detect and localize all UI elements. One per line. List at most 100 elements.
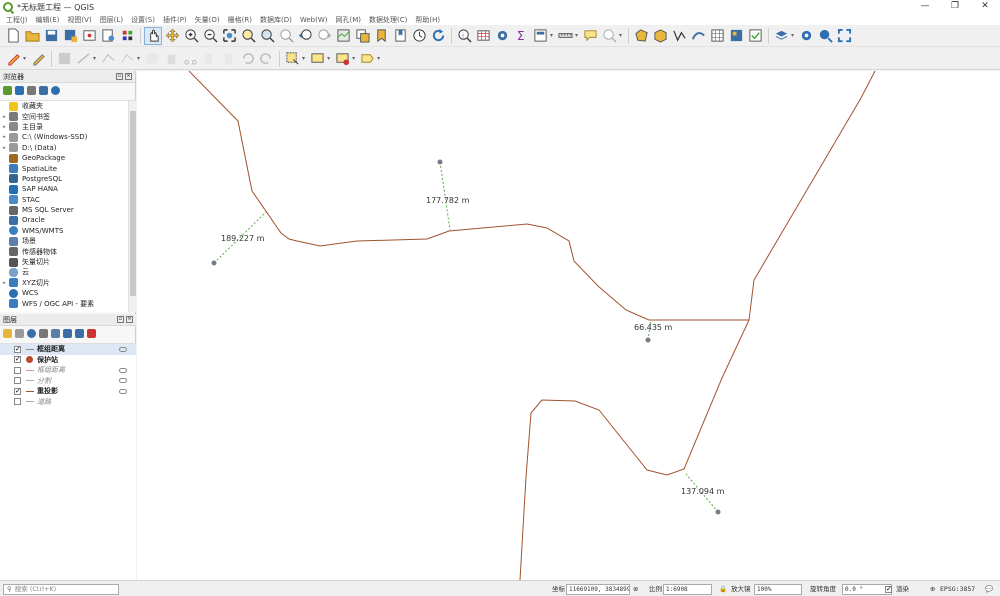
chevron-down-icon[interactable]: ▾ [352, 55, 355, 62]
layer-eye-icon[interactable] [119, 367, 127, 373]
lock-scale-icon[interactable]: 🔒 [719, 584, 727, 594]
new-project-button[interactable] [4, 27, 22, 45]
new-3d-view-button[interactable] [353, 27, 371, 45]
statistics-button[interactable]: Σ [512, 27, 530, 45]
road-line[interactable] [519, 71, 876, 580]
python-plugin-button[interactable] [772, 27, 790, 45]
layer-visibility-checkbox[interactable]: ✓ [14, 356, 21, 364]
model-designer-button[interactable] [816, 27, 834, 45]
measure-button[interactable] [556, 27, 574, 45]
layer-row[interactable]: ✓ 重投影 [0, 386, 136, 397]
expand-arrow-icon[interactable]: ▸ [0, 134, 9, 140]
menu-processing[interactable]: 数据处理(C) [369, 15, 407, 25]
zoom-to-selection-button[interactable] [239, 27, 257, 45]
menu-edit[interactable]: 编辑(E) [36, 15, 60, 25]
layout-manager-button[interactable] [99, 27, 117, 45]
save-project-button[interactable] [42, 27, 60, 45]
filter-icon[interactable] [39, 329, 48, 338]
scale-field[interactable]: 1:6908 [663, 584, 712, 595]
menu-settings[interactable]: 设置(S) [131, 15, 155, 25]
maximize-button[interactable]: ❐ [940, 0, 970, 14]
temporal-controller-button[interactable] [410, 27, 428, 45]
layer-row[interactable]: 分割 [0, 376, 136, 387]
digitize-shape-button[interactable] [689, 27, 707, 45]
chevron-down-icon[interactable]: ▾ [791, 32, 794, 39]
map-canvas[interactable]: 177.782 m 189.227 m 66.435 m 137.094 m [137, 71, 1000, 580]
raster-calculator-button[interactable] [727, 27, 745, 45]
style-panel-icon[interactable] [3, 329, 12, 338]
expand-arrow-icon[interactable]: ▸ [0, 114, 9, 120]
crs-globe-icon[interactable]: ⊕ [930, 584, 935, 594]
package-layers-button[interactable] [651, 27, 669, 45]
zoom-next-button[interactable] [315, 27, 333, 45]
cut-features-button[interactable] [181, 50, 199, 68]
layer-row[interactable]: 框组距离 [0, 365, 136, 376]
undo-button[interactable] [238, 50, 256, 68]
chevron-down-icon[interactable]: ▾ [23, 55, 26, 62]
zoom-full-button[interactable] [220, 27, 238, 45]
menu-plugins[interactable]: 插件(P) [163, 15, 187, 25]
layer-visibility-checkbox[interactable] [14, 377, 21, 385]
new-print-layout-button[interactable] [80, 27, 98, 45]
menu-vector[interactable]: 矢量(O) [195, 15, 220, 25]
browser-item-sap-hana[interactable]: SAP HANA [0, 184, 136, 194]
station-point[interactable] [211, 260, 217, 266]
refresh-button[interactable] [429, 27, 447, 45]
minimize-button[interactable]: — [910, 0, 940, 14]
browser-item-wcs[interactable]: WCS [0, 288, 136, 298]
attribute-table-button[interactable] [474, 27, 492, 45]
menu-help[interactable]: 帮助(H) [415, 15, 440, 25]
field-calculator-button[interactable] [531, 27, 549, 45]
map-svg[interactable]: 177.782 m 189.227 m 66.435 m 137.094 m [137, 71, 1000, 580]
layer-row[interactable]: ✓ 保护站 [0, 355, 136, 366]
scrollbar-thumb[interactable] [130, 111, 136, 296]
menu-database[interactable]: 数据库(D) [260, 15, 292, 25]
check-geometry-button[interactable] [746, 27, 764, 45]
filter-icon[interactable] [27, 86, 36, 95]
menu-layer[interactable]: 图层(L) [100, 15, 123, 25]
layer-row[interactable]: ✓ 框组距离 [0, 344, 136, 355]
browser-item-sensors[interactable]: 传感器物体 [0, 246, 136, 257]
layer-visibility-checkbox[interactable] [14, 398, 21, 406]
close-button[interactable]: ✕ [970, 0, 1000, 14]
chevron-down-icon[interactable]: ▾ [327, 55, 330, 62]
chevron-down-icon[interactable]: ▾ [302, 55, 305, 62]
float-icon[interactable]: ▫ [117, 316, 124, 323]
browser-item-spatialite[interactable]: SpatiaLite [0, 163, 136, 174]
browser-item-scenes[interactable]: 场景 [0, 236, 136, 246]
expand-arrow-icon[interactable]: ▸ [0, 124, 9, 130]
zoom-last-button[interactable] [296, 27, 314, 45]
chevron-down-icon[interactable]: ▾ [550, 32, 553, 39]
save-edits-button[interactable] [55, 50, 73, 68]
select-features-button[interactable] [283, 50, 301, 68]
toggle-editing-button[interactable] [29, 50, 47, 68]
browser-item-drive-d[interactable]: ▸ D:\ (Data) [0, 143, 136, 153]
layer-eye-icon[interactable] [119, 378, 127, 384]
float-icon[interactable]: ▫ [116, 73, 123, 80]
chevron-down-icon[interactable]: ▾ [377, 55, 380, 62]
layer-visibility-checkbox[interactable] [14, 366, 21, 374]
map-tips-button[interactable] [581, 27, 599, 45]
browser-item-home[interactable]: ▸ 主目录 [0, 122, 136, 132]
messages-icon[interactable]: 💬 [985, 584, 993, 594]
browser-scrollbar[interactable] [128, 101, 136, 312]
settings-button[interactable] [493, 27, 511, 45]
coordinate-field[interactable]: 11669109, 3834899 [566, 584, 630, 595]
menu-project[interactable]: 工程(J) [6, 15, 28, 25]
geometry-tool-button[interactable] [632, 27, 650, 45]
menu-web[interactable]: Web(W) [300, 16, 328, 24]
browser-item-wms[interactable]: WMS/WMTS [0, 226, 136, 236]
info-icon[interactable] [51, 86, 60, 95]
magnifier-field[interactable]: 100% [754, 584, 802, 595]
pan-to-selection-button[interactable] [163, 27, 181, 45]
grid-tool-button[interactable] [708, 27, 726, 45]
save-as-button[interactable] [61, 27, 79, 45]
station-point[interactable] [645, 337, 651, 343]
browser-item-wfs[interactable]: WFS / OGC API - 要素 [0, 298, 136, 309]
browser-item-oracle[interactable]: Oracle [0, 215, 136, 225]
zoom-native-button[interactable] [277, 27, 295, 45]
expand-all-icon[interactable] [63, 329, 72, 338]
digitize-tools-button[interactable] [118, 50, 136, 68]
zoom-out-button[interactable] [201, 27, 219, 45]
browser-item-postgresql[interactable]: PostgreSQL [0, 174, 136, 184]
